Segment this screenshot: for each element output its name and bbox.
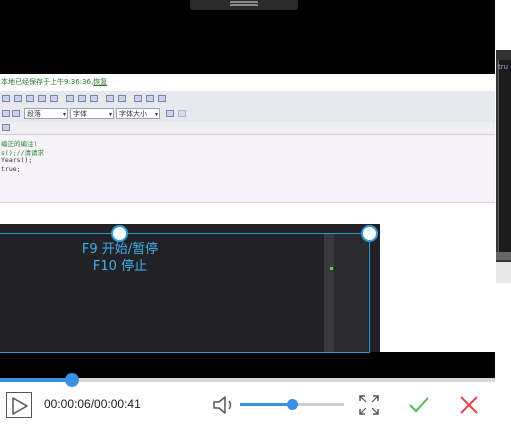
play-button[interactable] — [6, 392, 32, 418]
font-select-value: 字体 — [73, 110, 87, 118]
style-select: 段落 ▾ — [24, 108, 68, 119]
recording-frame[interactable] — [0, 233, 370, 353]
code-line: Years(); — [1, 156, 33, 164]
toolbar-icon — [106, 95, 114, 102]
align-icon — [78, 95, 86, 102]
volume-button[interactable] — [212, 394, 236, 420]
editor-toolbar-row-2: 段落 ▾ 字体 ▾ 字体大小 ▾ — [0, 106, 495, 123]
chevron-down-icon: ▾ — [154, 111, 158, 118]
cancel-button[interactable] — [458, 394, 480, 420]
resize-handle-top-right[interactable] — [361, 225, 378, 242]
fullscreen-button[interactable] — [358, 394, 380, 420]
side-window-footer — [496, 262, 511, 283]
restore-link: 恢复 — [93, 78, 108, 86]
toolbar-icon — [158, 95, 166, 102]
align-icon — [66, 95, 74, 102]
size-select-value: 字体大小 — [119, 110, 147, 118]
drag-handle[interactable] — [190, 0, 298, 10]
autosave-text: 本地已经保存于上午9:36:36, — [1, 78, 94, 86]
chevron-down-icon: ▾ — [62, 111, 66, 118]
volume-level — [240, 403, 292, 406]
toolbar-icon — [50, 95, 58, 102]
style-select-value: 段落 — [27, 110, 41, 118]
editor-code-area: 编正的编注) s();//清请求 Years(); true; — [0, 135, 495, 203]
toolbar-icon — [2, 110, 10, 117]
redo-icon — [178, 110, 186, 117]
undo-icon — [166, 110, 174, 117]
check-icon — [409, 397, 429, 413]
align-icon — [90, 95, 98, 102]
play-icon — [12, 397, 28, 415]
toolbar-icon — [14, 95, 22, 102]
toolbar-icon — [26, 95, 34, 102]
font-select: 字体 ▾ — [70, 108, 114, 119]
toolbar-icon — [2, 124, 10, 131]
editor-toolbar-row-1 — [0, 91, 495, 107]
hotkey-hint-start-pause: F9 开始/暂停 — [81, 242, 159, 257]
editor-autosave-status: 本地已经保存于上午9:36:36,恢复 — [0, 74, 496, 90]
toolbar-icon — [2, 95, 10, 102]
resize-handle-top-center[interactable] — [111, 225, 128, 242]
speaker-icon — [213, 396, 232, 414]
timeline-progress — [0, 378, 73, 382]
expand-icon — [359, 395, 379, 415]
toolbar-icon — [134, 95, 142, 102]
code-line: true; — [1, 165, 21, 173]
chevron-down-icon: ▾ — [108, 111, 112, 118]
time-display: 00:00:06/00:00:41 — [44, 397, 141, 411]
side-window-scrollbar — [496, 252, 511, 260]
hotkey-hint-stop: F10 停止 — [92, 259, 148, 274]
volume-slider-knob[interactable] — [286, 399, 298, 410]
side-window-content — [498, 60, 511, 253]
close-icon — [460, 396, 478, 414]
editor-toolbar-row-3 — [0, 122, 495, 135]
toolbar-icon — [118, 95, 126, 102]
size-select: 字体大小 ▾ — [116, 108, 160, 119]
confirm-button[interactable] — [408, 394, 430, 420]
toolbar-icon — [38, 95, 46, 102]
timeline-scrubber[interactable] — [65, 373, 80, 387]
side-window-text: tru — [498, 63, 509, 71]
toolbar-icon — [146, 95, 154, 102]
toolbar-icon — [12, 110, 20, 117]
